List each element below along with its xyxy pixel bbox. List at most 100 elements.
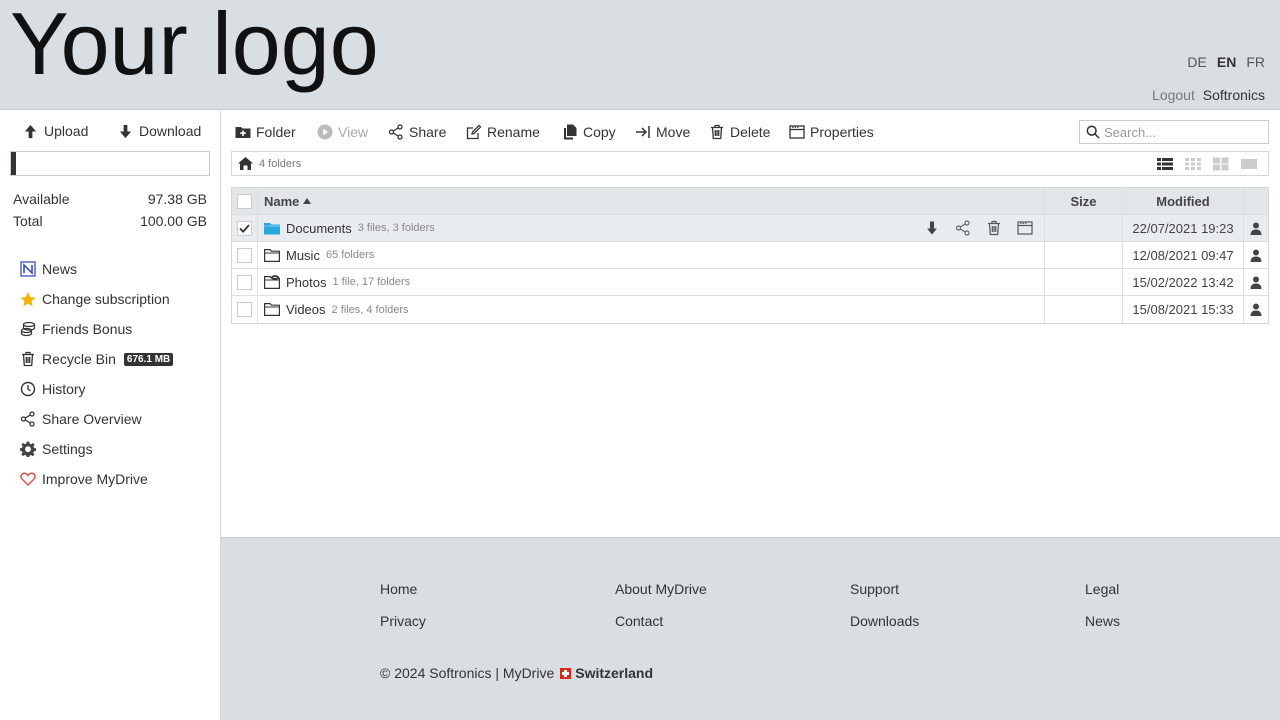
share-icon[interactable] [954, 220, 972, 236]
file-name[interactable]: Music [286, 248, 320, 263]
table-header: Name Size Modified [232, 188, 1268, 215]
row-checkbox[interactable] [237, 247, 252, 263]
download-button[interactable]: Download [118, 123, 201, 139]
folder-count: 4 folders [259, 158, 302, 170]
lang-de[interactable]: DE [1187, 54, 1206, 70]
sidebar-nav: News Change subscription Friends Bonus R… [20, 254, 174, 494]
file-table: Name Size Modified Documents 3 files, 3 … [231, 187, 1269, 324]
table-row[interactable]: Documents 3 files, 3 folders 22/07/2021 … [232, 215, 1268, 242]
sidebar-item-history[interactable]: History [20, 374, 173, 404]
copy-button[interactable]: Copy [562, 124, 616, 140]
view-gallery-button[interactable] [1241, 157, 1257, 171]
view-small-grid-button[interactable] [1185, 157, 1201, 171]
row-size [1045, 296, 1123, 323]
share-label: Share [409, 124, 447, 140]
sidebar-item-friends-bonus[interactable]: Friends Bonus [20, 314, 173, 344]
upload-button[interactable]: Upload [23, 123, 88, 139]
view-large-grid-button[interactable] [1213, 157, 1229, 171]
view-list-button[interactable] [1157, 157, 1173, 171]
sidebar-item-change-subscription[interactable]: Change subscription [20, 284, 173, 314]
logo[interactable]: Your logo [10, 0, 379, 97]
file-name[interactable]: Photos [286, 275, 326, 290]
country-selector[interactable]: Switzerland [560, 665, 653, 681]
recycle-bin-size-badge: 676.1 MB [123, 352, 174, 366]
row-size [1045, 215, 1123, 241]
name-column-header[interactable]: Name [258, 188, 1045, 214]
modified-column-header[interactable]: Modified [1123, 188, 1244, 214]
storage-usage-bar [10, 151, 210, 176]
row-checkbox[interactable] [237, 302, 252, 317]
row-name-cell: Music 65 folders [258, 242, 1045, 268]
trash-icon[interactable] [985, 220, 1003, 236]
footer-link-legal[interactable]: Legal [1085, 581, 1119, 597]
move-button[interactable]: Move [635, 124, 690, 140]
file-name[interactable]: Documents [286, 221, 352, 236]
view-button[interactable]: View [317, 124, 368, 140]
rename-button[interactable]: Rename [466, 124, 540, 140]
row-owner-cell [1244, 242, 1268, 268]
rename-label: Rename [487, 124, 540, 140]
copy-icon [564, 124, 577, 140]
row-checkbox-cell [232, 269, 258, 295]
row-checkbox[interactable] [237, 220, 252, 236]
row-owner-cell [1244, 296, 1268, 323]
footer-link-support[interactable]: Support [850, 581, 899, 597]
download-icon[interactable] [923, 220, 941, 236]
row-name-cell: Documents 3 files, 3 folders [258, 215, 1045, 241]
lang-en[interactable]: EN [1217, 54, 1236, 70]
sidebar-item-settings[interactable]: Settings [20, 434, 173, 464]
gear-icon [20, 441, 36, 457]
table-row[interactable]: Photos 1 file, 17 folders 15/02/2022 13:… [232, 269, 1268, 296]
footer-link-about[interactable]: About MyDrive [615, 581, 707, 597]
sidebar-item-improve-mydrive[interactable]: Improve MyDrive [20, 464, 173, 494]
footer-link-news[interactable]: News [1085, 613, 1120, 629]
footer-link-privacy[interactable]: Privacy [380, 613, 426, 629]
play-circle-icon [317, 124, 333, 140]
row-modified: 15/08/2021 15:33 [1123, 296, 1244, 323]
sidebar-item-news[interactable]: News [20, 254, 173, 284]
window-icon[interactable] [1016, 220, 1034, 236]
home-button[interactable] [237, 156, 254, 171]
row-checkbox[interactable] [237, 274, 252, 290]
share-button[interactable]: Share [388, 124, 446, 140]
copy-label: Copy [583, 124, 616, 140]
country-label: Switzerland [575, 665, 654, 681]
arrow-down-icon [119, 124, 132, 138]
footer-link-downloads[interactable]: Downloads [850, 613, 919, 629]
new-folder-button[interactable]: Folder [235, 124, 296, 140]
search-icon [1086, 125, 1100, 139]
properties-button[interactable]: Properties [789, 124, 874, 140]
footer-link-contact[interactable]: Contact [615, 613, 663, 629]
sidebar-item-share-overview[interactable]: Share Overview [20, 404, 173, 434]
logout-link[interactable]: Logout [1152, 87, 1195, 103]
lang-fr[interactable]: FR [1246, 54, 1265, 70]
available-value: 97.38 GB [147, 191, 207, 207]
file-meta: 2 files, 4 folders [331, 303, 409, 316]
delete-label: Delete [730, 124, 771, 140]
sidebar-item-recycle-bin[interactable]: Recycle Bin 676.1 MB [20, 344, 174, 374]
move-label: Move [656, 124, 691, 140]
file-name[interactable]: Videos [286, 302, 326, 317]
footer-link-home[interactable]: Home [380, 581, 417, 597]
sidebar-item-label: Settings [42, 441, 93, 457]
row-size [1045, 269, 1123, 295]
header: Your logo DE EN FR Logout Softronics [0, 0, 1280, 110]
delete-button[interactable]: Delete [709, 124, 770, 140]
row-actions [923, 220, 1034, 236]
select-all-checkbox[interactable] [237, 193, 252, 209]
edit-icon [466, 124, 482, 140]
sidebar-item-label: Share Overview [42, 411, 142, 427]
folder-icon [264, 303, 280, 316]
checkmark-icon [239, 223, 250, 233]
user-icon [1250, 249, 1262, 262]
window-icon [789, 125, 805, 139]
total-row: Total 100.00 GB [13, 213, 207, 229]
table-row[interactable]: Videos 2 files, 4 folders 15/08/2021 15:… [232, 296, 1268, 323]
user-icon [1250, 222, 1262, 235]
search-input[interactable] [1104, 124, 1259, 140]
heart-icon [20, 471, 36, 487]
search-box [1079, 120, 1269, 144]
table-row[interactable]: Music 65 folders 12/08/2021 09:47 [232, 242, 1268, 269]
news-icon [20, 261, 36, 277]
size-column-header[interactable]: Size [1045, 188, 1123, 214]
